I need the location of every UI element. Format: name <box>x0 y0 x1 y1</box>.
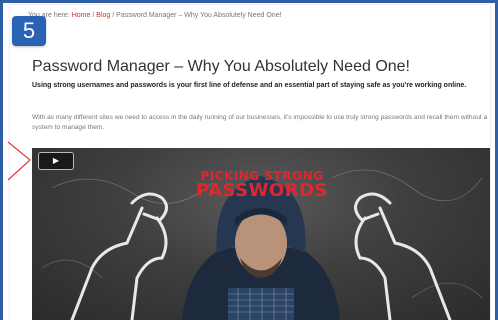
video-play-button[interactable]: ▶ <box>38 152 74 170</box>
article-lead: Using strong usernames and passwords is … <box>32 82 467 89</box>
breadcrumb-home-link[interactable]: Home <box>72 12 91 19</box>
video-headline: PICKING STRONG PASSWORDS <box>192 170 332 200</box>
breadcrumb-separator: / <box>112 12 115 19</box>
breadcrumb-separator: / <box>92 12 95 19</box>
breadcrumb-blog-link[interactable]: Blog <box>96 12 110 19</box>
article-body: With as many different sites we need to … <box>32 114 488 131</box>
breadcrumb: You are here: Home / Blog / Password Man… <box>28 12 468 19</box>
step-number-badge: 5 <box>12 16 46 46</box>
video-player[interactable]: ▶ PICKING STRONG PASSWORDS <box>32 148 490 320</box>
breadcrumb-current: Password Manager – Why You Absolutely Ne… <box>116 12 282 19</box>
play-icon: ▶ <box>52 156 60 165</box>
page-title: Password Manager – Why You Absolutely Ne… <box>32 58 410 75</box>
video-headline-line2: PASSWORDS <box>195 180 328 201</box>
